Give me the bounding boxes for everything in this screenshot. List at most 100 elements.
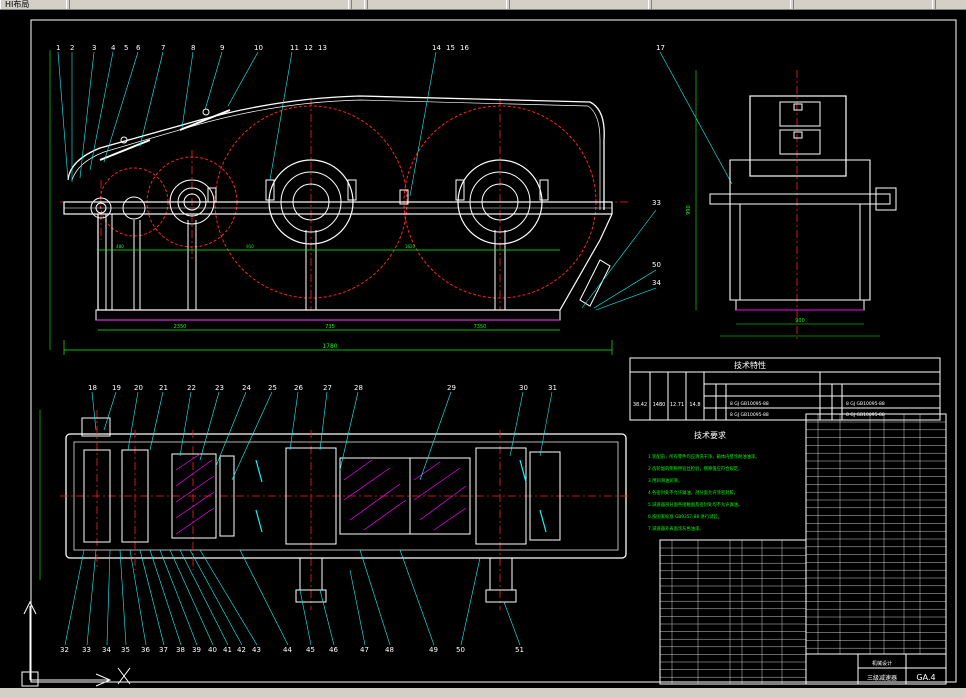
tech-char-eff: 14.8 [689,402,700,408]
label-bottom-47: 47 [360,646,369,654]
label-mid-28: 28 [354,384,363,392]
part-labels: 1 2 3 4 5 6 7 8 9 10 11 12 13 14 15 16 1… [56,44,665,654]
gear-code-4: 8 GJ GB10095-88 [846,412,885,418]
label-top-12: 12 [304,44,313,52]
label-top-11: 11 [290,44,299,52]
label-top-2: 2 [70,44,74,52]
ucs-icon [21,600,131,687]
tech-char-speed: 1480 [653,402,666,408]
label-bottom-38: 38 [176,646,185,654]
front-view: 1780 2350 735 7350 480 910 1620 [49,50,733,355]
tech-char-title: 技术特性 [734,360,766,370]
toolbar-field-4[interactable] [648,0,794,9]
label-mid-19: 19 [112,384,121,392]
label-top-17: 17 [656,44,665,52]
label-mid-25: 25 [268,384,277,392]
cad-drawing-canvas[interactable]: 1780 2350 735 7350 480 910 1620 900 990 … [0,10,966,688]
tech-requirements: 技术要求 1.装配前，所有零件均应清洗干净，箱体内壁涂耐油油漆。 2.齿轮副的侧… [648,430,760,532]
label-mid-21: 21 [159,384,168,392]
gear-code-1: 8 GJ GB10095-88 [730,401,769,407]
label-mid-18: 18 [88,384,97,392]
tech-req-line-5: 5.减速器剖分面各接触面及密封处均不允许漏油。 [648,501,742,508]
label-bottom-49: 49 [429,646,438,654]
label-bottom-40: 40 [208,646,217,654]
label-mid-27: 27 [323,384,332,392]
label-mid-31: 31 [548,384,557,392]
label-mid-23: 23 [215,384,224,392]
label-top-16: 16 [460,44,469,52]
label-bottom-42: 42 [237,646,246,654]
tech-req-title: 技术要求 [694,430,726,440]
dim-total-length: 1780 [322,343,337,350]
dim-span-3: 7350 [474,324,487,330]
tech-req-line-4: 4.各密封处不允许漏油，剖分面允许涂密封胶。 [648,489,738,496]
label-top-5: 5 [124,44,128,52]
tech-req-line-2: 2.齿轮副的侧隙用铅丝检验，侧隙值应符合规定。 [648,465,742,472]
tech-req-line-6: 6.按国家标准 GB9357-88 进行试验。 [648,513,722,520]
plan-view [39,391,630,646]
label-top-6: 6 [136,44,141,52]
title-block: 三级减速器 GA.4 机械设计 [805,653,947,685]
tech-char-power: 38.42 [633,402,647,408]
cad-toolbar: HI布局 [0,0,966,10]
label-bottom-35: 35 [121,646,130,654]
label-bottom-33: 33 [82,646,91,654]
tech-req-line-1: 1.装配前，所有零件均应清洗干净，箱体内壁涂耐油油漆。 [648,453,760,460]
label-bottom-50: 50 [456,646,465,654]
label-bottom-37: 37 [159,646,168,654]
dim-center-1: 480 [116,244,124,249]
title-block-school: 机械设计 [872,660,892,667]
label-bottom-43: 43 [252,646,261,654]
label-right-50: 50 [652,261,661,269]
label-mid-20: 20 [134,384,143,392]
toolbar-field-2[interactable] [364,0,510,9]
label-bottom-44: 44 [283,646,292,654]
tech-characteristics-table: 技术特性 38.42 1480 12.71 14.8 8 GJ GB10095-… [629,357,941,421]
dim-width: 900 [795,318,805,324]
toolbar-field-5[interactable] [790,0,936,9]
label-top-14: 14 [432,44,441,52]
label-bottom-39: 39 [192,646,201,654]
label-bottom-34: 34 [102,646,111,654]
label-bottom-46: 46 [329,646,338,654]
title-block-drawing-no: GA.4 [916,673,935,682]
label-top-3: 3 [92,44,96,52]
tech-char-ratio: 12.71 [670,402,684,408]
dim-height: 990 [686,205,692,215]
tech-req-line-3: 3.用润滑油润滑。 [648,477,682,484]
label-top-4: 4 [111,44,116,52]
label-top-15: 15 [446,44,455,52]
label-mid-29: 29 [447,384,456,392]
tech-req-line-7: 7.减速器外表面涂灰色油漆。 [648,525,704,532]
label-bottom-36: 36 [141,646,150,654]
label-top-7: 7 [161,44,165,52]
dim-center-3: 1620 [405,244,416,249]
label-mid-26: 26 [294,384,303,392]
toolbar-field-3[interactable] [506,0,652,9]
toolbar-field-1[interactable] [66,0,352,9]
drawing-frame [30,19,957,683]
label-bottom-51: 51 [515,646,524,654]
status-bar [0,688,966,698]
label-mid-30: 30 [519,384,528,392]
label-top-10: 10 [254,44,263,52]
label-bottom-41: 41 [223,646,232,654]
title-block-name: 三级减速器 [867,674,897,682]
gear-code-3: 8 GJ GB10095-88 [846,401,885,407]
label-bottom-32: 32 [60,646,69,654]
dim-span-2: 735 [325,324,335,330]
label-mid-22: 22 [187,384,196,392]
label-top-13: 13 [318,44,327,52]
dim-center-2: 910 [246,244,254,249]
label-top-8: 8 [191,44,195,52]
gear-code-2: 8 GJ GB10095-88 [730,412,769,418]
label-mid-24: 24 [242,384,251,392]
layer-control[interactable]: HI布局 [0,0,70,9]
label-right-34: 34 [652,279,661,287]
label-top-9: 9 [220,44,224,52]
label-bottom-48: 48 [385,646,394,654]
side-view: 900 990 [686,70,897,340]
toolbar-field-6[interactable] [932,0,966,9]
label-right-33: 33 [652,199,661,207]
label-bottom-45: 45 [306,646,315,654]
